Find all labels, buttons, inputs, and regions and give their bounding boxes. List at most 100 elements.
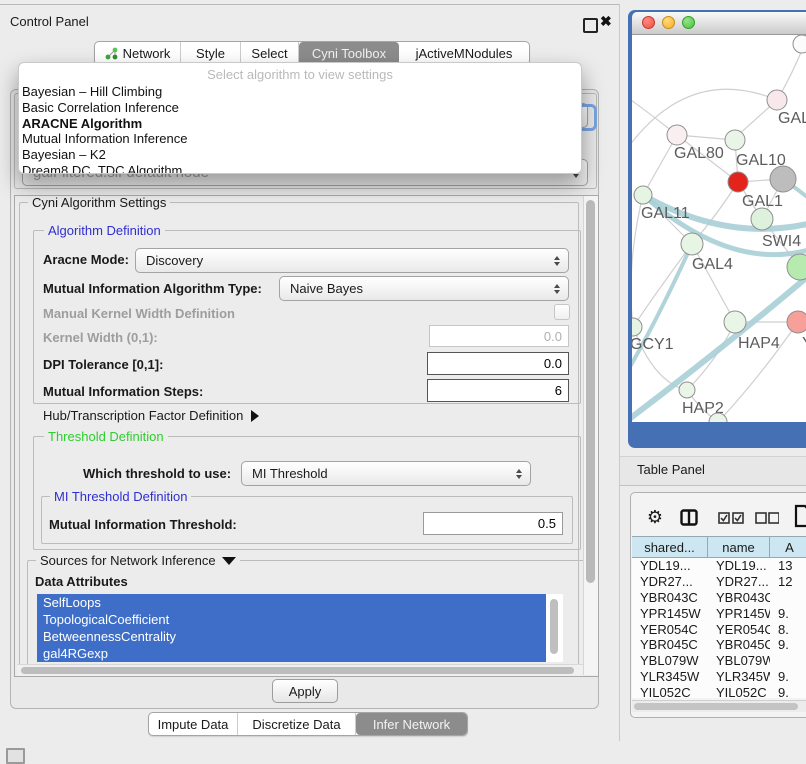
table-cell: YBL079W xyxy=(632,653,708,668)
network-node-gal11[interactable] xyxy=(634,186,652,204)
network-node-gcy1[interactable] xyxy=(632,318,642,336)
network-node-hap4[interactable] xyxy=(724,311,746,333)
tab-discretize-data[interactable]: Discretize Data xyxy=(238,713,356,735)
aracne-mode-combobox[interactable]: Discovery xyxy=(135,248,569,273)
network-view-canvas[interactable]: GAL2GAL80GAL10GAL1GAL11SWI4GAL4GCY1HAP4Y… xyxy=(632,35,806,422)
table-cell: YBR045C xyxy=(708,637,770,652)
algorithm-option[interactable]: Bayesian – K2 xyxy=(19,147,581,163)
zoom-window-icon[interactable] xyxy=(682,16,695,29)
attributes-scrollbar[interactable] xyxy=(548,594,560,662)
deselect-all-icon[interactable] xyxy=(755,512,779,524)
which-threshold-combobox[interactable]: MI Threshold xyxy=(241,461,531,486)
table-row[interactable]: YIL052CYIL052C9. xyxy=(632,684,806,698)
settings-vscrollbar[interactable] xyxy=(583,196,598,675)
kernel-width-field[interactable] xyxy=(429,325,569,347)
node-label: GCY1 xyxy=(632,336,674,353)
table-cell: YLR345W xyxy=(708,669,770,684)
node-label: GAL11 xyxy=(641,205,690,222)
attribute-item[interactable]: gal4RGexp xyxy=(37,645,546,662)
kernel-width-label: Kernel Width (0,1): xyxy=(43,330,158,345)
table-row[interactable]: YDR27...YDR27...12 xyxy=(632,574,806,590)
minimize-window-icon[interactable] xyxy=(662,16,675,29)
table-cell: YBR045C xyxy=(632,637,708,652)
algorithm-option[interactable]: Mutual Information Inference xyxy=(19,131,581,147)
network-node[interactable] xyxy=(787,254,806,280)
table-cell: YDL19... xyxy=(708,558,770,573)
network-node-gal1[interactable] xyxy=(728,172,748,192)
network-node-gal4[interactable] xyxy=(681,233,703,255)
tab-impute-data[interactable]: Impute Data xyxy=(149,713,238,735)
dpi-tolerance-label: DPI Tolerance [0,1]: xyxy=(43,357,163,372)
network-node-swi4[interactable] xyxy=(751,208,773,230)
tab-label: Style xyxy=(196,46,225,61)
table-cell: YPR145W xyxy=(632,606,708,621)
network-edge[interactable] xyxy=(632,89,777,153)
expander-arrow-icon xyxy=(251,410,259,422)
attribute-item[interactable]: TopologicalCoefficient xyxy=(37,611,546,628)
close-window-icon[interactable] xyxy=(642,16,655,29)
network-edge-highlighted[interactable] xyxy=(632,244,692,377)
network-node-hap2[interactable] xyxy=(679,382,695,398)
network-node-gal80[interactable] xyxy=(667,125,687,145)
table-cell: 12 xyxy=(770,574,806,589)
network-node-gal10[interactable] xyxy=(725,130,745,150)
table-cell: YDR27... xyxy=(708,574,770,589)
apply-button[interactable]: Apply xyxy=(272,679,338,703)
dpi-tolerance-field[interactable] xyxy=(427,352,569,375)
table-cell: YER054C xyxy=(632,622,708,637)
table-cell: YIL052C xyxy=(632,685,708,698)
table-row[interactable]: YDL19...YDL19...13 xyxy=(632,558,806,574)
network-node-y[interactable] xyxy=(787,311,806,333)
data-attributes-list[interactable]: SelfLoopsTopologicalCoefficientBetweenne… xyxy=(37,594,563,662)
node-label: SWI4 xyxy=(762,233,801,250)
node-label: GAL1 xyxy=(742,193,783,210)
table-cell: 9. xyxy=(770,685,806,698)
mi-type-value: Naive Bayes xyxy=(290,281,363,296)
table-cell: YBR043C xyxy=(632,590,708,605)
table-header-row: shared...nameA xyxy=(632,536,806,558)
column-header[interactable]: shared... xyxy=(632,536,708,558)
table-row[interactable]: YBR045CYBR045C9. xyxy=(632,637,806,653)
mi-type-combobox[interactable]: Naive Bayes xyxy=(279,276,569,301)
table-hscrollbar[interactable] xyxy=(632,700,806,712)
document-icon[interactable] xyxy=(794,504,806,528)
network-edge[interactable] xyxy=(633,244,692,327)
data-attributes-label: Data Attributes xyxy=(35,574,128,589)
tab-label: Impute Data xyxy=(158,717,229,732)
algorithm-option[interactable]: Bayesian – Hill Climbing xyxy=(19,84,581,100)
dropdown-placeholder: Select algorithm to view settings xyxy=(19,67,581,84)
column-header[interactable]: name xyxy=(708,536,770,558)
column-header[interactable]: A xyxy=(770,536,806,558)
sources-group-title[interactable]: Sources for Network Inference xyxy=(40,553,216,568)
network-node[interactable] xyxy=(793,35,806,53)
attribute-item[interactable]: BetweennessCentrality xyxy=(37,628,546,645)
network-node[interactable] xyxy=(770,166,796,192)
table-cell: 9. xyxy=(770,669,806,684)
table-row[interactable]: YBR043CYBR043C xyxy=(632,590,806,606)
algorithm-option[interactable]: Basic Correlation Inference xyxy=(19,100,581,116)
algorithm-option[interactable]: Dream8 DC_TDC Algorithm xyxy=(19,163,581,174)
mi-steps-field[interactable] xyxy=(427,379,569,402)
attribute-item[interactable]: SelfLoops xyxy=(37,594,546,611)
columns-icon[interactable] xyxy=(680,509,698,526)
mi-threshold-field[interactable] xyxy=(423,512,563,535)
settings-hscrollbar[interactable] xyxy=(17,664,583,676)
network-window-titlebar[interactable] xyxy=(632,12,806,35)
control-panel-title: Control Panel xyxy=(10,14,89,29)
gear-icon[interactable]: ⚙ xyxy=(645,506,665,528)
manual-kernel-checkbox[interactable] xyxy=(554,304,570,320)
algorithm-option[interactable]: ARACNE Algorithm xyxy=(19,116,581,132)
select-all-icon[interactable] xyxy=(718,512,744,524)
table-row[interactable]: YPR145WYPR145W9. xyxy=(632,605,806,621)
table-row[interactable]: YER054CYER054C8. xyxy=(632,621,806,637)
table-row[interactable]: YBL079WYBL079W xyxy=(632,653,806,669)
network-node-gal2[interactable] xyxy=(767,90,787,110)
table-row[interactable]: YLR345WYLR345W9. xyxy=(632,669,806,685)
table-panel-title: Table Panel xyxy=(637,462,705,477)
tab-infer-network[interactable]: Infer Network xyxy=(356,713,467,735)
mi-type-label: Mutual Information Algorithm Type: xyxy=(43,281,262,296)
control-panel: Control Panel ✖ NetworkStyleSelectCyni T… xyxy=(0,4,620,741)
float-panel-icon[interactable] xyxy=(583,18,598,33)
hub-definition-expander[interactable]: Hub/Transcription Factor Definition xyxy=(43,408,259,423)
close-panel-icon[interactable]: ✖ xyxy=(600,13,612,30)
